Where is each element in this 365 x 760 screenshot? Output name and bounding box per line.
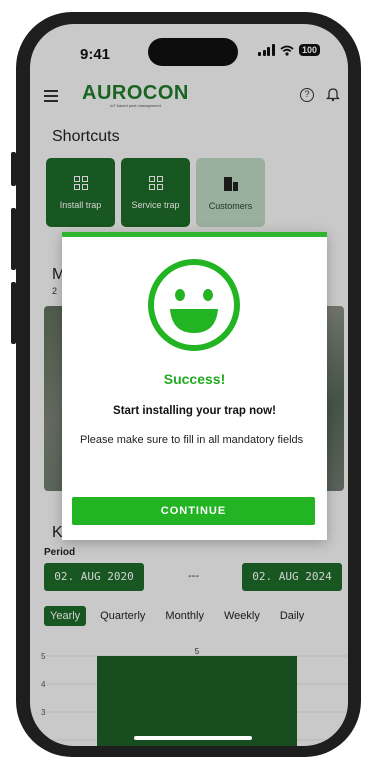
smiley-icon <box>148 259 240 351</box>
modal-body-text: Please make sure to fill in all mandator… <box>80 434 304 446</box>
phone-screen: 9:41 100 AUROCON IoT based pest manageme… <box>30 24 348 746</box>
home-indicator <box>134 736 252 740</box>
modal-title: Success! <box>163 371 226 387</box>
continue-button[interactable]: CONTINUE <box>72 497 315 525</box>
modal-heading: Start installing your trap now! <box>113 405 276 417</box>
success-modal: Success! Start installing your trap now!… <box>62 232 327 540</box>
